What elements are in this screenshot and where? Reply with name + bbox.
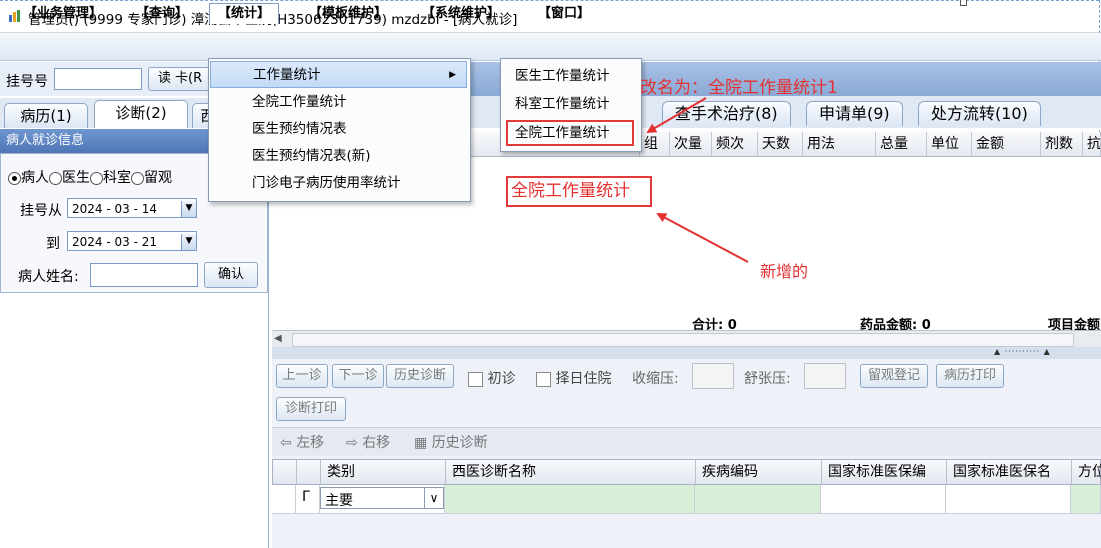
annotation-arrows xyxy=(646,97,749,263)
arrow-to-renamed-item xyxy=(646,97,707,134)
arrow-to-new-item xyxy=(656,213,749,263)
